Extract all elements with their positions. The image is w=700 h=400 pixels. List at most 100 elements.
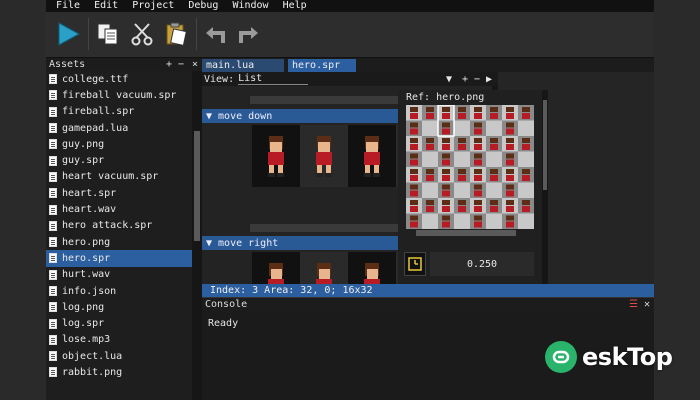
tab-main-lua[interactable]: main.lua (202, 59, 284, 72)
sprite-frame (364, 136, 380, 177)
view-dropdown-icon[interactable]: ▼ (446, 74, 452, 85)
left-backdrop (0, 0, 46, 400)
sprite-frame (364, 263, 380, 284)
asset-item[interactable]: log.png (46, 299, 192, 315)
sheet-sprite-body (442, 128, 450, 135)
asset-item[interactable]: heart.spr (46, 185, 192, 201)
sheet-sprite-hair (410, 107, 418, 112)
logo-icon (545, 341, 577, 373)
tab-hero-spr[interactable]: hero.spr (288, 59, 356, 72)
assets-scrollbar[interactable] (192, 71, 202, 400)
menu-file[interactable]: File (56, 0, 80, 12)
asset-item[interactable]: lose.mp3 (46, 332, 192, 348)
sheet-sprite-body (442, 221, 450, 228)
undo-button[interactable] (200, 18, 232, 50)
asset-item[interactable]: guy.spr (46, 152, 192, 168)
sheet-cell (486, 182, 502, 198)
paste-button[interactable] (160, 18, 192, 50)
view-remove-button[interactable]: − (474, 74, 480, 85)
redo-button[interactable] (232, 18, 264, 50)
file-icon (49, 220, 57, 231)
asset-item[interactable]: college.ttf (46, 71, 192, 87)
frame-cell[interactable] (252, 252, 300, 284)
asset-name: heart.wav (62, 204, 117, 216)
asset-item[interactable]: hero.spr (46, 250, 192, 267)
menu-edit[interactable]: Edit (94, 0, 118, 12)
menu-debug[interactable]: Debug (188, 0, 218, 12)
redo-icon (239, 27, 258, 43)
frame-cell[interactable] (300, 125, 348, 187)
frame-cell[interactable] (348, 125, 396, 187)
asset-item[interactable]: log.spr (46, 315, 192, 331)
file-icon (49, 171, 57, 182)
frame-cell[interactable] (252, 125, 300, 187)
file-icon (49, 351, 57, 362)
asset-item[interactable]: gamepad.lua (46, 120, 192, 136)
sheet-sprite-body (410, 144, 418, 150)
asset-item[interactable]: heart.wav (46, 201, 192, 217)
sheet-sprite-body (442, 206, 450, 212)
cut-button[interactable] (126, 18, 158, 50)
frame-cell[interactable] (300, 252, 348, 284)
play-button[interactable] (52, 18, 84, 50)
sprite-frame (268, 136, 284, 177)
assets-add-button[interactable]: + (166, 59, 172, 70)
file-icon (49, 204, 57, 215)
ref-spritesheet[interactable] (406, 105, 534, 229)
asset-item[interactable]: object.lua (46, 348, 192, 364)
asset-item[interactable]: fireball vacuum.spr (46, 87, 192, 103)
assets-close-button[interactable]: × (192, 59, 198, 70)
menu-help[interactable]: Help (283, 0, 307, 12)
asset-item[interactable]: fireball.spr (46, 104, 192, 120)
sheet-sprite-body (442, 113, 450, 119)
frame-cell[interactable] (348, 252, 396, 284)
console-close-button[interactable]: ✕ (644, 299, 650, 310)
view-add-button[interactable]: + (462, 74, 468, 85)
duration-button[interactable] (404, 252, 426, 276)
sprite-frame (316, 263, 332, 284)
assets-title: Assets (49, 59, 86, 70)
sheet-sprite-hair (442, 215, 450, 221)
sheet-sprite-body (506, 113, 514, 119)
sheet-sprite-body (474, 159, 482, 166)
paste-icon (166, 22, 187, 46)
sheet-cell (518, 151, 534, 167)
sheet-sprite-hair (458, 169, 466, 174)
view-select[interactable]: List (238, 73, 309, 85)
sheet-sprite-hair (442, 153, 450, 159)
sheet-sprite-hair (490, 200, 498, 205)
sheet-sprite-body (490, 206, 498, 212)
sheet-sprite-body (474, 175, 482, 181)
asset-item[interactable]: hero attack.spr (46, 218, 192, 234)
sheet-sprite-hair (410, 200, 418, 205)
asset-item[interactable]: guy.png (46, 136, 192, 152)
sheet-sprite-hair (506, 200, 514, 205)
asset-item[interactable]: info.json (46, 283, 192, 299)
sheet-sprite-body (458, 144, 466, 150)
assets-scroll-thumb[interactable] (194, 131, 200, 241)
menu-window[interactable]: Window (232, 0, 268, 12)
collapse-icon[interactable]: ▼ (206, 111, 212, 122)
copy-icon (97, 23, 118, 45)
ref-scroll-thumb[interactable] (543, 100, 547, 190)
clear-console-icon[interactable]: ☰ (629, 299, 638, 310)
assets-remove-button[interactable]: − (178, 59, 184, 70)
menu-project[interactable]: Project (132, 0, 174, 12)
sheet-sprite-hair (410, 122, 418, 128)
asset-name: object.lua (62, 350, 123, 362)
ref-scrollbar[interactable] (542, 90, 548, 284)
ref-horizontal-scrollbar[interactable] (416, 230, 516, 236)
view-play-button[interactable]: ▶ (486, 74, 492, 85)
file-icon (49, 367, 57, 378)
asset-item[interactable]: hero.png (46, 234, 192, 250)
asset-item[interactable]: hurt.wav (46, 267, 192, 283)
sheet-sprite-hair (490, 169, 498, 174)
collapse-icon[interactable]: ▼ (206, 238, 212, 249)
asset-item[interactable]: rabbit.png (46, 364, 192, 380)
file-icon (49, 106, 57, 117)
copy-button[interactable] (92, 18, 124, 50)
asset-name: gamepad.lua (62, 122, 129, 134)
sheet-sprite-body (506, 128, 514, 135)
asset-item[interactable]: heart vacuum.spr (46, 169, 192, 185)
duration-field[interactable]: 0.250 (430, 252, 534, 276)
